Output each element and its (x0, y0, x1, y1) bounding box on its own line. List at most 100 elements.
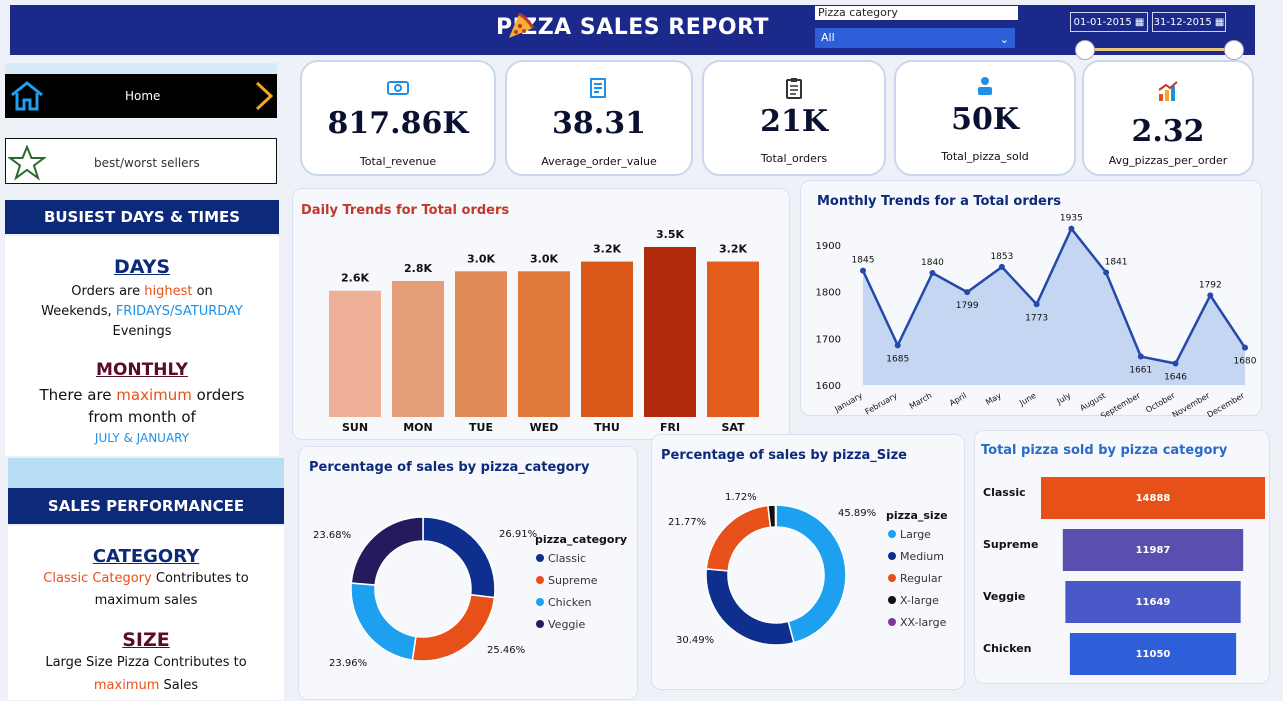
x-tick-label: SUN (342, 421, 368, 434)
kpi-label: Total_revenue (359, 155, 437, 168)
line-point (1033, 301, 1040, 308)
x-tick-label: April (948, 391, 968, 408)
pizza-category-slicer[interactable]: All ⌄ (815, 28, 1015, 48)
x-tick-label: July (1055, 391, 1073, 407)
slice-percent-label: 1.72% (725, 492, 757, 503)
monthly-line-2: from month of (88, 408, 196, 426)
slice-percent-label: 21.77% (668, 517, 706, 528)
legend-marker (536, 554, 544, 562)
legend-marker (536, 598, 544, 606)
start-date-input[interactable]: 01-01-2015 ▦ (1070, 12, 1148, 32)
x-tick-label: August (1078, 391, 1107, 413)
legend-marker (536, 576, 544, 584)
legend-item: Supreme (548, 574, 598, 587)
data-label: 1646 (1164, 373, 1187, 383)
legend-marker (888, 596, 896, 604)
pizza-sold-chart: Classic 14888 Supreme 11987 Veggie 11649 Chick… (983, 477, 1265, 675)
pizza-category-slicer-label: Pizza category (815, 6, 1018, 20)
pizza-sold-panel: Total pizza sold by pizza category Class… (974, 430, 1270, 684)
slider-start-handle[interactable] (1075, 40, 1095, 60)
chevron-down-icon: ⌄ (999, 33, 1009, 46)
chevron-right-icon (255, 81, 274, 111)
line-point (1103, 269, 1110, 276)
size-line-2: maximum Sales (93, 678, 199, 693)
line-point (1068, 225, 1075, 232)
days-line-2: Weekends, FRIDAYS/SATURDAY (41, 304, 243, 319)
slice-percent-label: 45.89% (838, 508, 876, 519)
donut-slice-chicken (350, 582, 417, 662)
category-line-2: maximum sales (94, 593, 198, 608)
bar-value-label: 11050 (1136, 649, 1171, 660)
x-tick-label: March (908, 391, 934, 411)
nav-best-worst-button[interactable]: best/worst sellers (5, 138, 277, 184)
category-donut-chart: 26.91% 25.46% 23.96% 23.68% pizza_category Cl… (313, 516, 627, 669)
slice-percent-label: 23.96% (329, 658, 367, 669)
sales-performance-heading: SALES PERFORMANCEE (8, 488, 284, 524)
legend-title: pizza_size (886, 509, 948, 522)
monthly-trends-panel: Monthly Trends for a Total orders 1600 17… (800, 180, 1262, 417)
slice-percent-label: 26.91% (499, 529, 537, 540)
legend-marker (888, 574, 896, 582)
pizza-icon (509, 12, 535, 38)
bar-value-label: 3.0K (530, 252, 558, 265)
size-donut-chart: 45.89% 30.49% 21.77% 1.72% pizza_size Large Me… (668, 492, 948, 646)
clipboard-icon (786, 78, 802, 99)
legend-item: Chicken (548, 596, 592, 609)
legend-title: pizza_category (535, 533, 627, 546)
data-label: 1661 (1129, 366, 1152, 376)
bar-value-label: 11987 (1136, 545, 1171, 556)
legend-item: X-large (900, 594, 939, 607)
slider-end-handle[interactable] (1224, 40, 1244, 60)
kpi-card-total-orders: 21K Total_orders (702, 60, 886, 176)
daily-trends-panel: Daily Trends for Total orders 2.6K SUN 2.8… (292, 188, 790, 440)
category-line-1: Classic Category Contributes to (43, 571, 249, 586)
kpi-card-total-revenue: 817.86K Total_revenue (300, 60, 496, 176)
date-range-slider[interactable] (1083, 48, 1233, 51)
calendar-icon: ▦ (1134, 17, 1145, 28)
calendar-icon: ▦ (1214, 17, 1225, 28)
x-tick-label: May (984, 391, 1003, 407)
bar-value-label: 2.6K (341, 272, 369, 285)
legend-marker (888, 530, 896, 538)
busiest-days-heading: BUSIEST DAYS & TIMES (5, 200, 279, 234)
star-icon (8, 145, 46, 181)
x-tick-label: December (1206, 391, 1247, 417)
end-date-value: 31-12-2015 (1153, 17, 1212, 28)
monthly-line-1: There are maximum orders (39, 386, 245, 404)
legend-item: Medium (900, 550, 944, 563)
kpi-value: 817.86K (327, 106, 469, 141)
line-point (1242, 344, 1248, 351)
nav-home-button[interactable]: Home (5, 74, 277, 118)
y-tick-label: 1800 (816, 288, 841, 299)
slice-percent-label: 23.68% (313, 530, 351, 541)
data-label: 1685 (886, 354, 909, 364)
days-heading: DAYS (113, 256, 171, 278)
nav-best-worst-label: best/worst sellers (94, 156, 200, 170)
x-tick-label: SAT (721, 421, 745, 434)
x-tick-label: January (832, 391, 864, 415)
report-header: PIZZA SALES REPORT (10, 5, 1255, 55)
x-tick-label: June (1017, 391, 1038, 408)
bar-value-label: 3.2K (593, 243, 621, 256)
end-date-input[interactable]: 31-12-2015 ▦ (1152, 12, 1226, 32)
category-heading: CATEGORY (92, 546, 200, 567)
legend-item: Regular (900, 572, 943, 585)
donut-slice-xx-large (774, 504, 777, 528)
data-label: 1792 (1199, 280, 1222, 290)
x-tick-label: MON (403, 421, 433, 434)
slice-percent-label: 30.49% (676, 635, 714, 646)
kpi-label: Avg_pizzas_per_order (1108, 154, 1228, 167)
kpi-label: Total_orders (760, 152, 828, 165)
x-tick-label: February (864, 391, 899, 417)
bar-value-label: 3.5K (656, 228, 684, 241)
legend-item: Large (900, 528, 931, 541)
legend-item: Classic (548, 552, 586, 565)
report-title: PIZZA SALES REPORT (495, 15, 770, 40)
size-heading: SIZE (122, 629, 170, 651)
delivery-person-icon (978, 77, 992, 95)
kpi-value: 38.31 (552, 106, 646, 141)
donut-slice-classic (422, 516, 496, 599)
home-icon (11, 81, 43, 111)
monthly-heading: MONTHLY (96, 360, 188, 380)
donut-slice-regular (705, 504, 772, 572)
